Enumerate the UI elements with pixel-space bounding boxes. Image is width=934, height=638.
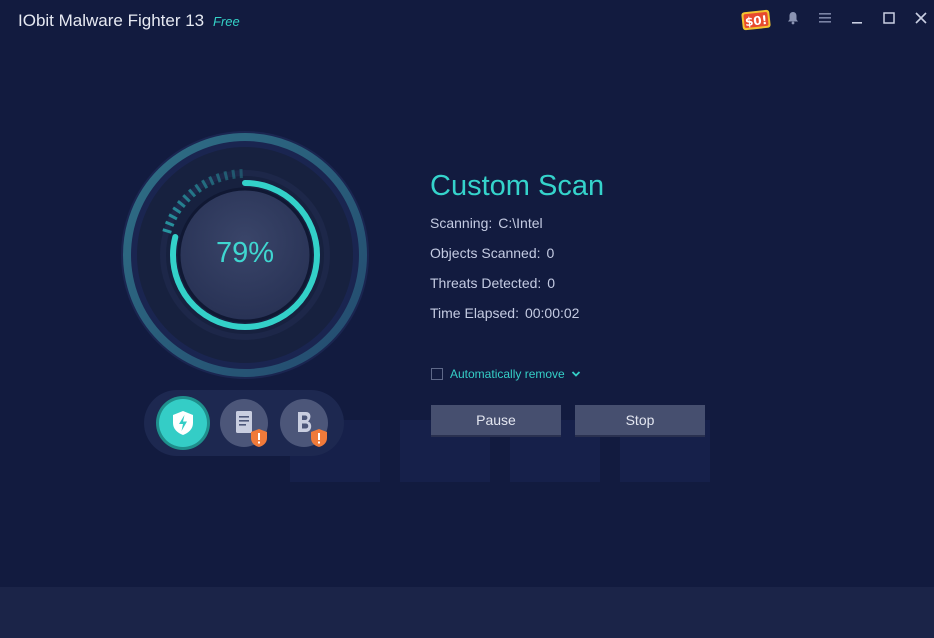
auto-remove-checkbox[interactable]: [431, 368, 443, 380]
protection-module-realtime[interactable]: [159, 399, 207, 447]
threats-detected-label: Threats Detected:: [430, 275, 542, 291]
threats-detected-row: Threats Detected: 0: [430, 275, 555, 291]
maximize-icon[interactable]: [879, 8, 899, 28]
notification-bell-icon[interactable]: [783, 8, 803, 28]
stop-button[interactable]: Stop: [575, 405, 705, 435]
promo-text: $0!: [744, 13, 768, 29]
warning-badge-icon: [311, 429, 327, 447]
scanning-path-row: Scanning: C:\Intel: [430, 215, 543, 231]
progress-tick: [231, 169, 236, 179]
protection-module-browser[interactable]: [280, 399, 328, 447]
protection-module-document[interactable]: [220, 399, 268, 447]
scanning-label: Scanning:: [430, 215, 493, 231]
scan-title: Custom Scan: [430, 170, 605, 202]
threats-detected-value: 0: [547, 275, 556, 291]
objects-scanned-row: Objects Scanned: 0: [430, 245, 554, 261]
minimize-icon[interactable]: [847, 8, 867, 28]
progress-tick: [223, 171, 229, 181]
progress-percent: 79%: [215, 237, 275, 269]
shield-bolt-icon: [173, 411, 193, 435]
title-bar: IObit Malware Fighter 13 Free $0!: [0, 0, 934, 40]
app-title: IObit Malware Fighter 13: [18, 11, 205, 30]
close-icon[interactable]: [911, 8, 931, 28]
protection-modules-bar: [144, 390, 344, 456]
edition-badge: Free: [213, 14, 240, 29]
auto-remove-option[interactable]: Automatically remove: [431, 367, 581, 381]
objects-scanned-value: 0: [546, 245, 555, 261]
time-elapsed-value: 00:00:02: [524, 305, 580, 321]
warning-badge-icon: [251, 429, 267, 447]
scanning-value: C:\Intel: [498, 215, 543, 231]
auto-remove-label[interactable]: Automatically remove: [450, 367, 565, 381]
chevron-down-icon[interactable]: [571, 370, 581, 378]
time-elapsed-row: Time Elapsed: 00:00:02: [430, 305, 579, 321]
pause-button[interactable]: Pause: [431, 405, 561, 435]
footer-bar: [0, 587, 934, 638]
promo-gift-icon[interactable]: $0!: [740, 7, 772, 31]
time-elapsed-label: Time Elapsed:: [430, 305, 519, 321]
menu-icon[interactable]: [815, 8, 835, 28]
objects-scanned-label: Objects Scanned:: [430, 245, 541, 261]
